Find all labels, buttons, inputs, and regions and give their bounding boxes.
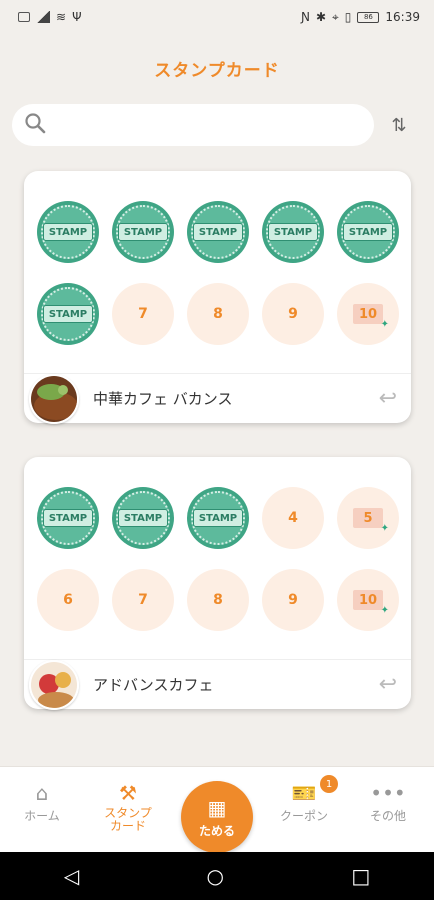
- bluetooth-icon: ✱: [315, 10, 327, 24]
- stamp-slot-filled: STAMP: [112, 201, 174, 263]
- stamp-slot-filled: STAMP: [37, 487, 99, 549]
- stamp-row: 6 7 8 9 10 ✦: [24, 569, 411, 631]
- stamp-slot-filled: STAMP: [187, 201, 249, 263]
- stamp-slot-empty: 7: [112, 569, 174, 631]
- stamp-slot-filled: STAMP: [337, 201, 399, 263]
- stamp-grid: STAMP STAMP STAMP 4 5 ✦ 6 7 8 9 10 ✦: [24, 487, 411, 651]
- sort-button[interactable]: ⇅: [384, 112, 414, 138]
- stamp-slot-empty: 9: [262, 283, 324, 345]
- nav-other-label: その他: [369, 809, 406, 823]
- nav-stamp-card[interactable]: ⚒ スタンプ カード: [86, 779, 170, 833]
- search-input[interactable]: [54, 104, 374, 146]
- more-icon: •••: [370, 781, 406, 805]
- collect-button[interactable]: ▦ ためる: [181, 781, 253, 853]
- stamp-slot-goal: 10 ✦: [337, 283, 399, 345]
- stamp-icon: ⚒: [119, 781, 137, 805]
- return-arrow-icon[interactable]: ↩: [379, 386, 397, 411]
- nav-home-label: ホーム: [24, 809, 60, 823]
- stamp-grid: STAMP STAMP STAMP STAMP STAMP STAMP 7 8 …: [24, 201, 411, 365]
- milestone-ticket-icon: 5 ✦: [353, 508, 389, 534]
- stamp-slot-empty: 6: [37, 569, 99, 631]
- stamp-slot-filled: STAMP: [112, 487, 174, 549]
- clock: 16:39: [385, 10, 420, 24]
- bottom-nav: ⌂ ホーム ⚒ スタンプ カード ▦ ためる 🎫 クーポン 1 ••• その他: [0, 766, 434, 853]
- collect-label: ためる: [198, 823, 235, 838]
- back-icon[interactable]: ◁: [64, 864, 79, 888]
- coupon-badge: 1: [320, 775, 338, 793]
- goal-ticket-icon: 10 ✦: [353, 304, 389, 330]
- search-bar[interactable]: [12, 104, 374, 146]
- card-footer: アドバンスカフェ ↩: [24, 659, 411, 710]
- nfc-icon: Ɲ: [300, 10, 310, 24]
- search-icon: [24, 112, 46, 138]
- stamp-slot-empty: 4: [262, 487, 324, 549]
- sort-icon: ⇅: [391, 114, 407, 136]
- battery-icon: 86: [357, 11, 380, 23]
- stamp-slot-filled: STAMP: [37, 201, 99, 263]
- shop-name: アドバンスカフェ: [93, 676, 214, 694]
- qr-code-icon: ▦: [207, 795, 227, 820]
- nav-stamp-label: スタンプ カード: [104, 806, 152, 833]
- recents-icon[interactable]: □: [351, 864, 370, 888]
- stamp-slot-filled: STAMP: [262, 201, 324, 263]
- status-right: Ɲ ✱ ⌖ ▯ 86 16:39: [301, 10, 420, 25]
- wifi-icon: ≋: [56, 10, 67, 24]
- card-footer: 中華カフェ バカンス ↩: [24, 373, 411, 424]
- shop-avatar: [29, 373, 79, 424]
- nav-coupon-label: クーポン: [279, 809, 328, 823]
- notification-icon: [18, 12, 30, 22]
- system-nav-bar: ◁ ○ □: [0, 852, 434, 900]
- page-title: スタンプカード: [154, 61, 280, 81]
- stamp-row: STAMP STAMP STAMP STAMP STAMP: [24, 201, 411, 263]
- goal-ticket-icon: 10 ✦: [353, 590, 389, 616]
- signal-icon: [36, 11, 50, 23]
- vibrate-icon: ▯: [344, 10, 352, 24]
- stamp-row: STAMP STAMP STAMP 4 5 ✦: [24, 487, 411, 549]
- stamp-slot-empty: 8: [187, 569, 249, 631]
- status-left: ≋ Ψ: [18, 10, 82, 24]
- stamp-slot-milestone: 5 ✦: [337, 487, 399, 549]
- nav-home[interactable]: ⌂ ホーム: [0, 779, 84, 824]
- shop-avatar: [29, 659, 79, 710]
- stamp-slot-filled: STAMP: [37, 283, 99, 345]
- status-bar: ≋ Ψ Ɲ ✱ ⌖ ▯ 86 16:39: [0, 0, 434, 34]
- stamp-slot-empty: 8: [187, 283, 249, 345]
- stamp-row: STAMP 7 8 9 10 ✦: [24, 283, 411, 345]
- stamp-card[interactable]: STAMP STAMP STAMP STAMP STAMP STAMP 7 8 …: [24, 171, 411, 424]
- home-circle-icon[interactable]: ○: [207, 864, 224, 888]
- stamp-slot-filled: STAMP: [187, 487, 249, 549]
- stamp-slot-empty: 9: [262, 569, 324, 631]
- shop-name: 中華カフェ バカンス: [93, 390, 233, 408]
- usb-icon: Ψ: [72, 10, 82, 24]
- stamp-card[interactable]: STAMP STAMP STAMP 4 5 ✦ 6 7 8 9 10 ✦ アドバンス…: [24, 457, 411, 710]
- stamp-slot-goal: 10 ✦: [337, 569, 399, 631]
- location-icon: ⌖: [332, 9, 339, 24]
- stamp-slot-empty: 7: [112, 283, 174, 345]
- return-arrow-icon[interactable]: ↩: [379, 672, 397, 697]
- home-icon: ⌂: [35, 781, 49, 805]
- nav-other[interactable]: ••• その他: [346, 779, 430, 824]
